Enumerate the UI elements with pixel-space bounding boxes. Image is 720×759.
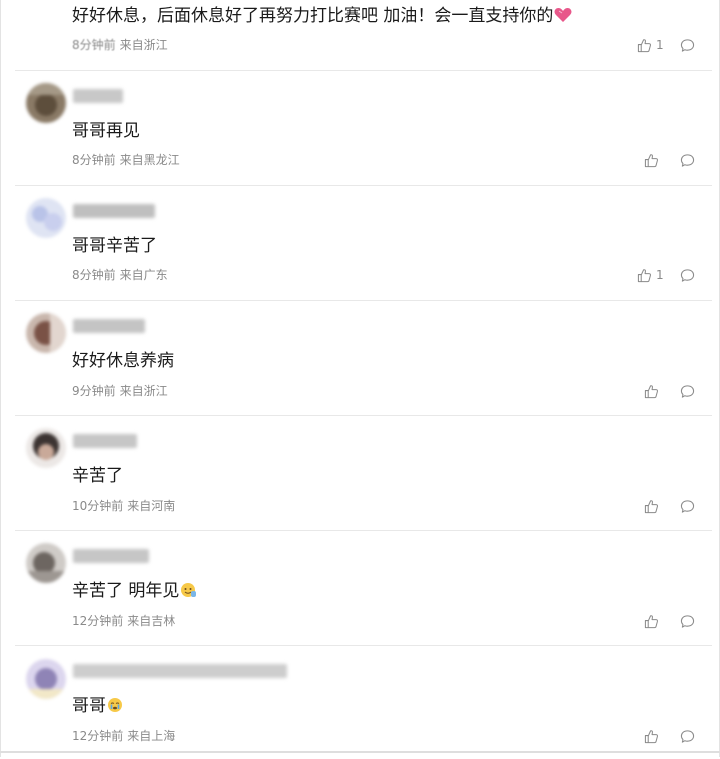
thumbs-up-icon <box>644 153 658 167</box>
comment-text: 辛苦了 明年见 <box>72 580 197 604</box>
comment-text: 哥哥辛苦了 <box>72 236 157 256</box>
comment-meta: 9分钟前 来自浙江 <box>72 383 168 399</box>
username[interactable] <box>73 434 137 448</box>
comment-text: 好好休息，后面休息好了再努力打比赛吧 加油！会一直支持你的 <box>72 5 572 29</box>
username[interactable] <box>73 204 155 218</box>
divider <box>15 300 712 301</box>
comment-bubble-icon <box>680 729 694 743</box>
comment-meta: 8分钟前 来自浙江 <box>72 37 168 53</box>
thumbs-up-icon <box>644 384 658 398</box>
avatar[interactable] <box>26 428 66 468</box>
comment-location: 来自河南 <box>127 499 176 513</box>
avatar[interactable] <box>26 83 66 123</box>
comment-meta: 8分钟前 来自黑龙江 <box>72 152 180 168</box>
username[interactable] <box>73 319 145 333</box>
comment-bubble-icon <box>680 384 694 398</box>
divider <box>15 415 712 416</box>
comment-location: 来自黑龙江 <box>119 153 180 167</box>
comment-time: 8分钟前 <box>72 38 116 52</box>
thumbs-up-icon <box>644 499 658 513</box>
comment-time: 9分钟前 <box>72 384 116 398</box>
divider <box>15 645 712 646</box>
divider <box>15 185 712 186</box>
like-button[interactable]: 1 <box>637 36 677 54</box>
comment-time: 8分钟前 <box>72 153 116 167</box>
username[interactable] <box>73 89 123 103</box>
comment-bubble-icon <box>680 268 694 282</box>
reply-button[interactable] <box>678 727 696 745</box>
like-button[interactable]: 1 <box>637 266 677 284</box>
comment-text: 哥哥再见 <box>72 121 140 141</box>
reply-button[interactable] <box>678 36 696 54</box>
comment-bubble-icon <box>680 614 694 628</box>
divider <box>15 530 712 531</box>
avatar[interactable] <box>26 198 66 238</box>
comment-time: 10分钟前 <box>72 499 124 513</box>
thumbs-up-icon <box>644 729 658 743</box>
comment-text: 好好休息养病 <box>72 351 174 371</box>
reply-button[interactable] <box>678 612 696 630</box>
comment-text: 辛苦了 <box>72 466 123 486</box>
like-count: 1 <box>656 268 664 282</box>
comment-location: 来自浙江 <box>119 384 168 398</box>
comment-bubble-icon <box>680 499 694 513</box>
comment-location: 来自吉林 <box>127 614 176 628</box>
thumbs-up-icon <box>644 614 658 628</box>
comment-meta: 10分钟前 来自河南 <box>72 498 175 514</box>
comment-time: 12分钟前 <box>72 614 124 628</box>
like-count: 1 <box>656 38 664 52</box>
thumbs-up-icon <box>637 38 651 52</box>
comment-location: 来自上海 <box>127 729 176 743</box>
comment-text: 哥哥 <box>72 695 123 719</box>
comment-time: 8分钟前 <box>72 268 116 282</box>
reply-button[interactable] <box>678 266 696 284</box>
username[interactable] <box>73 664 287 678</box>
reply-button[interactable] <box>678 151 696 169</box>
comment-time: 12分钟前 <box>72 729 124 743</box>
comment-bubble-icon <box>680 153 694 167</box>
thumbs-up-icon <box>637 268 651 282</box>
comment-bubble-icon <box>680 38 694 52</box>
comment-meta: 12分钟前 来自吉林 <box>72 613 175 629</box>
avatar[interactable] <box>26 543 66 583</box>
comment-location: 来自浙江 <box>119 38 168 52</box>
comment-list-frame <box>0 0 720 757</box>
crying-emoji-icon <box>107 697 123 719</box>
avatar[interactable] <box>26 659 66 699</box>
avatar[interactable] <box>26 313 66 353</box>
bottom-divider <box>0 751 720 753</box>
reply-button[interactable] <box>678 497 696 515</box>
comment-meta: 8分钟前 来自广东 <box>72 267 168 283</box>
reply-button[interactable] <box>678 382 696 400</box>
comment-meta: 12分钟前 来自上海 <box>72 728 175 744</box>
divider <box>15 70 712 71</box>
username[interactable] <box>73 549 149 563</box>
heart-icon <box>554 7 572 29</box>
comment-location: 来自广东 <box>119 268 168 282</box>
waving-emoji-icon <box>180 582 197 604</box>
